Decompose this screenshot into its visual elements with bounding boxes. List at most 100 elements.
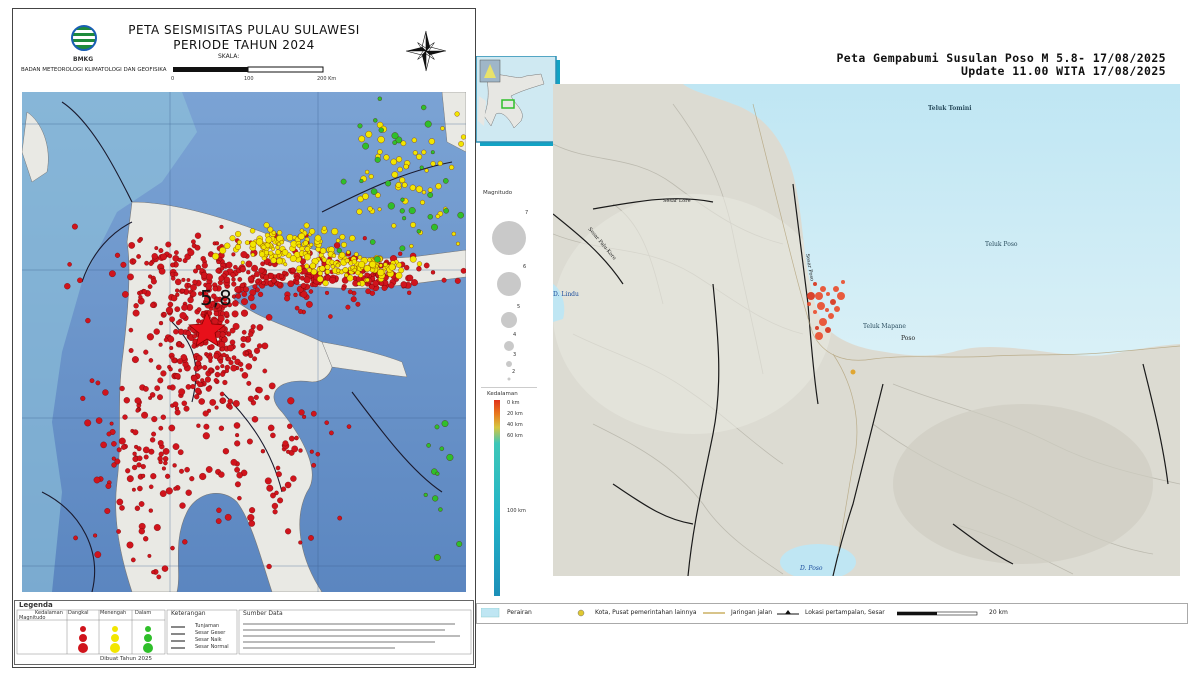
earthquake-point <box>93 476 101 484</box>
depth-colorbar <box>494 400 500 596</box>
sumber-data-title: Sumber Data <box>243 610 283 617</box>
earthquake-point <box>230 364 238 372</box>
earthquake-point <box>148 274 153 279</box>
earthquake-point <box>364 272 370 278</box>
earthquake-point <box>377 149 383 155</box>
keterangan-sesar-naik: Sesar Naik <box>195 637 222 643</box>
earthquake-point <box>443 178 449 184</box>
earthquake-point <box>267 226 274 233</box>
earthquake-point <box>431 223 438 231</box>
earthquake-point <box>194 387 202 394</box>
earthquake-point <box>148 358 154 363</box>
earthquake-point <box>237 239 242 245</box>
earthquake-point <box>239 367 244 372</box>
earthquake-point <box>192 333 198 339</box>
earthquake-point <box>440 126 445 131</box>
earthquake-point <box>241 372 249 379</box>
earthquake-point <box>362 236 367 241</box>
earthquake-point <box>385 180 392 187</box>
earthquake-point <box>294 280 300 285</box>
earthquake-point <box>406 274 414 282</box>
earthquake-point <box>158 451 164 457</box>
earthquake-point <box>154 385 161 392</box>
earthquake-point <box>142 446 150 454</box>
earthquake-point <box>408 207 416 215</box>
aftershock-point <box>815 332 823 340</box>
earthquake-point <box>140 473 146 479</box>
earthquake-point <box>85 317 91 324</box>
earthquake-point <box>245 363 253 370</box>
earthquake-point <box>189 476 195 482</box>
earthquake-point <box>177 328 185 335</box>
earthquake-point <box>388 282 395 289</box>
earthquake-point <box>201 262 208 269</box>
earthquake-point <box>346 424 352 429</box>
earthquake-point <box>181 304 188 311</box>
earthquake-point <box>192 279 198 285</box>
earthquake-point <box>341 241 347 248</box>
earthquake-point <box>150 473 157 480</box>
earthquake-point <box>265 236 273 244</box>
earthquake-point <box>362 193 369 200</box>
aftershock-point <box>834 306 840 312</box>
earthquake-point <box>240 251 248 259</box>
earthquake-point <box>266 563 272 570</box>
earthquake-point <box>309 449 314 454</box>
earthquake-point <box>232 300 239 307</box>
earthquake-point <box>409 244 414 249</box>
earthquake-point <box>400 281 408 288</box>
earthquake-point <box>427 187 433 193</box>
earthquake-point <box>321 257 327 263</box>
earthquake-point <box>341 286 346 291</box>
earthquake-point <box>158 342 163 347</box>
earthquake-point <box>319 247 327 254</box>
earthquake-point <box>162 456 169 462</box>
earthquake-point <box>298 409 305 416</box>
earthquake-point <box>173 486 178 491</box>
earthquake-point <box>236 472 243 479</box>
earthquake-point <box>132 451 137 456</box>
earthquake-point <box>132 429 139 436</box>
earthquake-point <box>135 408 140 413</box>
earthquake-point <box>335 238 341 243</box>
earthquake-point <box>268 250 274 256</box>
earthquake-point <box>246 380 252 386</box>
keterangan-title: Keterangan <box>171 610 206 617</box>
earthquake-point <box>268 382 276 390</box>
earthquake-point <box>180 288 185 293</box>
earthquake-point <box>240 336 247 342</box>
earthquake-point <box>287 397 295 405</box>
earthquake-point <box>165 306 173 314</box>
magnitude-circles <box>492 221 526 381</box>
earthquake-point <box>173 271 179 277</box>
earthquake-point <box>150 278 157 285</box>
earthquake-point <box>304 263 310 269</box>
earthquake-point <box>337 515 343 521</box>
earthquake-point <box>409 184 416 191</box>
earthquake-point <box>200 378 205 383</box>
keterangan-sesar-geser: Sesar Geser <box>195 630 226 636</box>
earthquake-point <box>134 397 142 404</box>
earthquake-point <box>122 291 129 298</box>
earthquake-point <box>183 405 190 412</box>
earthquake-point <box>434 424 440 430</box>
aftershock-point <box>826 292 830 296</box>
earthquake-point <box>374 256 381 263</box>
earthquake-point <box>163 337 169 343</box>
earthquake-point <box>214 371 221 378</box>
earthquake-point <box>248 353 254 359</box>
earthquake-point <box>234 481 241 488</box>
earthquake-point <box>102 389 109 396</box>
earthquake-point <box>435 183 442 190</box>
earthquake-point <box>275 465 281 471</box>
earthquake-point <box>213 353 220 359</box>
earthquake-point <box>248 294 255 302</box>
earthquake-point <box>118 437 126 445</box>
earthquake-point <box>67 262 72 267</box>
earthquake-point <box>176 341 182 347</box>
earthquake-point <box>64 283 71 290</box>
earthquake-point <box>218 425 225 431</box>
earthquake-point <box>392 140 398 145</box>
earthquake-point <box>170 545 175 551</box>
earthquake-point <box>330 264 335 269</box>
